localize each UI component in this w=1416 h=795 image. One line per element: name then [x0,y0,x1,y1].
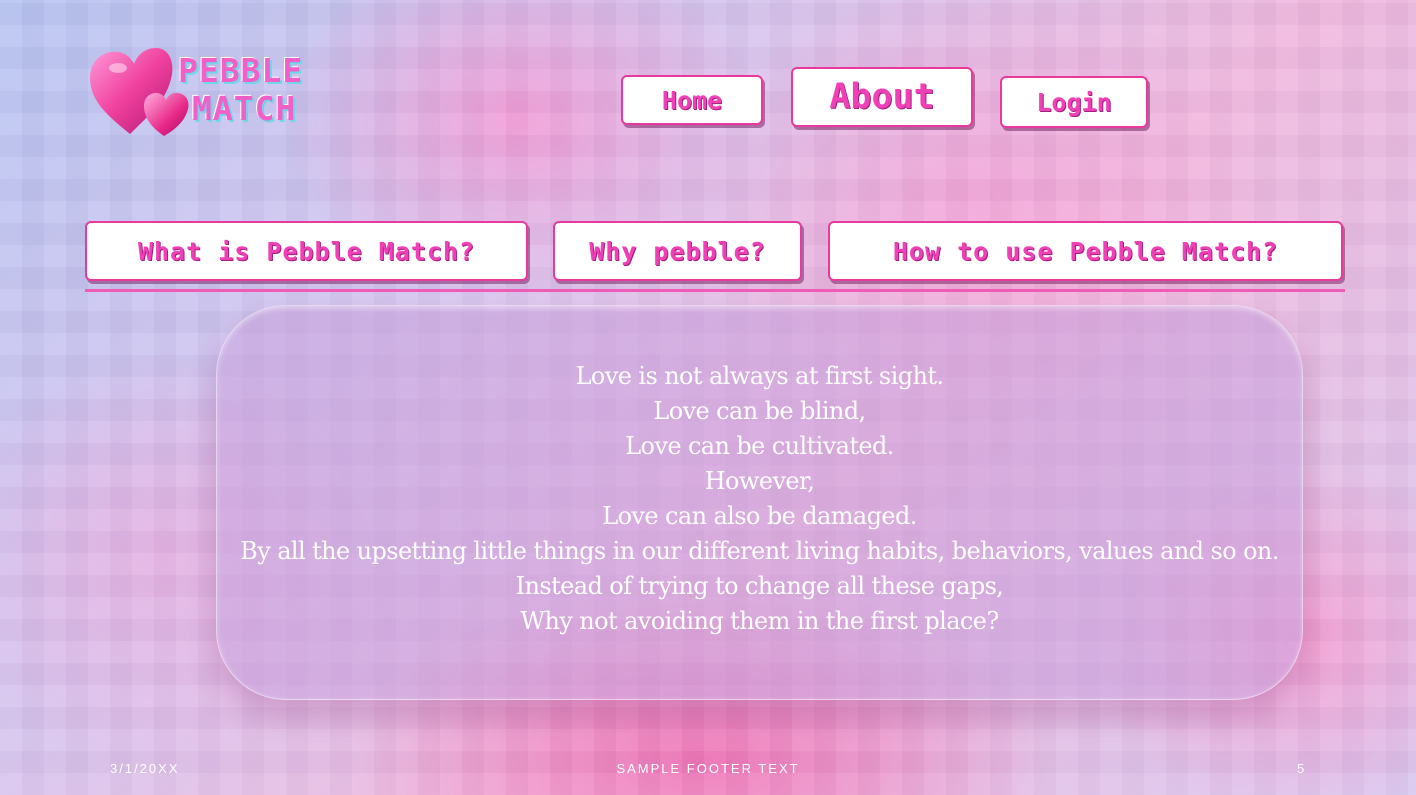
poem-line: Why not avoiding them in the first place… [520,606,999,635]
poem-line: By all the upsetting little things in ou… [240,536,1279,565]
poem-line: Love can be cultivated. [625,431,894,460]
divider [85,289,1345,292]
logo[interactable]: PEBBLE MATCH [88,46,348,141]
poem-line: Instead of trying to change all these ga… [515,571,1004,600]
footer-page-number: 5 [1297,761,1307,776]
poem-line: Love can be blind, [653,396,866,425]
tab-how-to-use[interactable]: How to use Pebble Match? [828,221,1343,281]
logo-title-line2: MATCH [192,89,297,128]
poem-line: Love is not always at first sight. [575,361,944,390]
logo-title-line1: PEBBLE [178,51,304,90]
nav-about-button[interactable]: About [791,67,973,127]
poem-line: Love can also be damaged. [602,501,917,530]
poem-line: However, [704,466,815,495]
content-panel: Love is not always at first sight. Love … [216,305,1303,700]
tab-what-is-pebble-match[interactable]: What is Pebble Match? [85,221,528,281]
tab-why-pebble[interactable]: Why pebble? [553,221,802,281]
nav-login-button[interactable]: Login [1000,76,1148,128]
footer-text: SAMPLE FOOTER TEXT [616,761,800,776]
nav-home-button[interactable]: Home [621,75,763,125]
